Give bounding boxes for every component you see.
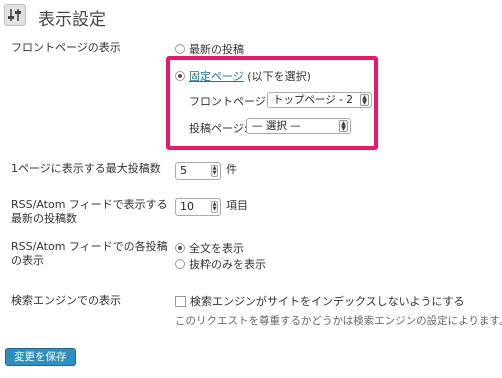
spinner-icon[interactable]: ▲ ▼ xyxy=(211,201,218,213)
select-arrows-icon: ▲ ▼ xyxy=(339,120,348,132)
feed-count-value: 10 xyxy=(180,200,194,213)
radio-static-page[interactable]: 固定ページ (以下を選択) xyxy=(175,68,311,84)
feed-content-label-line1: RSS/Atom フィードでの各投稿 xyxy=(11,240,168,253)
radio-summary-label: 抜粋のみを表示 xyxy=(189,258,266,271)
radio-full-text-label: 全文を表示 xyxy=(189,242,244,255)
posts-page-select-value: — 選択 — xyxy=(252,120,301,132)
radio-full-text[interactable]: 全文を表示 xyxy=(175,240,244,256)
front-page-display-label: フロントページの表示 xyxy=(11,41,121,54)
posts-page-select[interactable]: — 選択 — ▲ ▼ xyxy=(246,118,351,134)
posts-per-page-label: 1ページに表示する最大投稿数 xyxy=(11,162,161,175)
search-engine-checkbox-label: 検索エンジンがサイトをインデックスしないようにする xyxy=(190,295,465,308)
front-page-select-value: トップページ - 2 xyxy=(273,94,353,106)
search-engine-checkbox-control[interactable] xyxy=(175,295,186,307)
spinner-icon[interactable]: ▲ ▼ xyxy=(211,165,218,177)
posts-per-page-value: 5 xyxy=(180,164,187,177)
feed-count-unit: 項目 xyxy=(226,199,248,212)
posts-page-select-label: 投稿ページ: xyxy=(189,122,248,135)
save-changes-button[interactable]: 変更を保存 xyxy=(5,348,76,366)
search-engine-label: 検索エンジンでの表示 xyxy=(11,294,121,307)
feed-content-label-line2: の表示 xyxy=(11,254,44,267)
search-engine-description: このリクエストを尊重するかどうかは検索エンジンの設定によります。 xyxy=(175,315,502,327)
feed-count-input[interactable]: 10 ▲ ▼ xyxy=(175,198,221,216)
static-page-note: (以下を選択) xyxy=(247,70,311,83)
posts-per-page-unit: 件 xyxy=(226,163,237,176)
feed-count-label-line1: RSS/Atom フィードで表示する xyxy=(11,198,168,211)
search-engine-checkbox[interactable]: 検索エンジンがサイトをインデックスしないようにする xyxy=(175,293,465,309)
front-page-select[interactable]: トップページ - 2 ▲ ▼ xyxy=(267,92,372,108)
select-arrows-icon: ▲ ▼ xyxy=(360,94,369,106)
settings-sliders-icon xyxy=(4,4,26,26)
posts-per-page-input[interactable]: 5 ▲ ▼ xyxy=(175,162,221,180)
static-page-link[interactable]: 固定ページ xyxy=(189,70,244,83)
radio-full-text-control[interactable] xyxy=(175,243,185,253)
radio-summary[interactable]: 抜粋のみを表示 xyxy=(175,256,266,272)
radio-latest-posts-label: 最新の投稿 xyxy=(189,43,244,56)
radio-summary-control[interactable] xyxy=(175,259,185,269)
page-title: 表示設定 xyxy=(38,10,106,30)
radio-latest-posts-control[interactable] xyxy=(175,44,185,54)
radio-static-page-control[interactable] xyxy=(175,71,185,81)
feed-count-label-line2: 最新の投稿数 xyxy=(11,212,77,225)
radio-latest-posts[interactable]: 最新の投稿 xyxy=(175,41,244,57)
front-page-select-label: フロントページ: xyxy=(189,95,270,108)
